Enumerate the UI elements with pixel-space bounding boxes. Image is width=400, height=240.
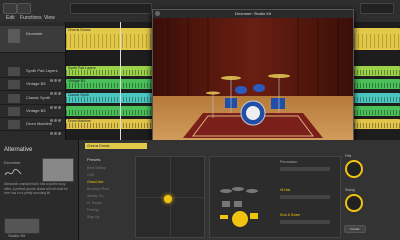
fills-label: Fills xyxy=(345,154,352,158)
xy-pad[interactable] xyxy=(135,156,205,238)
cymbal-icon xyxy=(220,189,232,193)
swing-knob[interactable] xyxy=(345,194,363,212)
mute-solo-buttons[interactable] xyxy=(50,96,62,109)
plugin-title: Drummer: Studio Kit xyxy=(153,10,353,18)
tom-icon xyxy=(222,201,230,207)
close-icon[interactable] xyxy=(155,11,160,16)
kit-label: Studio Kit xyxy=(8,233,26,238)
mute-solo-buttons[interactable] xyxy=(50,109,62,122)
drummer-photo xyxy=(42,158,74,182)
organ-icon xyxy=(8,107,20,116)
mute-solo-buttons[interactable] xyxy=(50,82,62,95)
drummer-info-panel: Alternative Drummer Aleksandr cranked th… xyxy=(0,140,79,240)
fills-knob[interactable] xyxy=(345,160,363,178)
preset-item[interactable]: Steady Go xyxy=(87,194,104,198)
drummer-avatar-icon xyxy=(8,29,20,43)
kick-icon xyxy=(232,211,248,227)
keyboard-icon xyxy=(8,67,20,76)
details-button[interactable]: Details xyxy=(344,225,366,233)
hihat-icon xyxy=(220,215,228,219)
track-header-drum-machine[interactable]: Drum Machine xyxy=(0,119,65,135)
kit-pieces[interactable] xyxy=(218,185,270,231)
cymbal-icon xyxy=(232,187,244,191)
presets-label: Presets xyxy=(87,157,101,162)
menu-view[interactable]: View xyxy=(44,15,55,21)
kick-head xyxy=(246,106,260,120)
drummer-label: Drummer xyxy=(4,160,21,165)
drummer-bio: Aleksandr cranked that it has a punk's b… xyxy=(4,182,68,196)
preset-item[interactable]: Hi Tempo xyxy=(87,201,102,205)
track-name: Drum Machine xyxy=(26,121,53,126)
region-header: Chorus Drums xyxy=(85,143,147,149)
kit-piece-panel: Percussion Hi-Hat Kick & Snare xyxy=(209,156,341,238)
drum-machine-icon xyxy=(8,120,20,129)
menu-edit[interactable]: Edit xyxy=(6,15,15,21)
kick-snare-slider[interactable] xyxy=(280,220,330,224)
curtain-backdrop xyxy=(153,18,353,98)
mute-solo-buttons[interactable] xyxy=(50,122,62,135)
playhead[interactable] xyxy=(120,22,121,140)
synth-icon xyxy=(8,94,20,103)
menu-functions[interactable]: Functions xyxy=(20,15,42,21)
organ-icon xyxy=(8,80,20,89)
drummer-signature xyxy=(4,166,22,178)
kit-thumbnail[interactable] xyxy=(4,218,40,234)
preset-item[interactable]: Slap Up xyxy=(87,215,99,219)
preset-item-selected[interactable]: Grand Ave xyxy=(87,180,103,184)
inspector-button[interactable] xyxy=(17,3,31,14)
ruler-area[interactable] xyxy=(70,3,152,14)
rack-tom-2 xyxy=(253,84,265,92)
drummer-editor: Chorus Drums Presets Beat Wallop Chill G… xyxy=(79,140,400,240)
library-button[interactable] xyxy=(3,3,17,14)
genre-title: Alternative xyxy=(4,147,33,153)
preset-item[interactable]: Brooklyn Roof xyxy=(87,187,109,191)
drum-kit-stage[interactable] xyxy=(153,18,353,151)
track-header-classic-synth[interactable]: Classic Synth xyxy=(0,93,65,109)
snare-icon xyxy=(250,213,258,219)
percussion-slider[interactable] xyxy=(280,167,330,171)
preset-item[interactable]: Chill xyxy=(87,173,94,177)
track-name: Vintage B3 xyxy=(26,108,46,113)
rack-tom-1 xyxy=(235,86,247,94)
track-header-vintage-b3[interactable]: Vintage B3 xyxy=(0,79,65,95)
hihat-slider[interactable] xyxy=(280,195,330,199)
hihat-label: Hi-Hat xyxy=(280,188,290,192)
track-name: Vintage B3 xyxy=(26,81,46,86)
mute-solo-buttons[interactable] xyxy=(50,69,62,82)
swing-label: Swing xyxy=(345,188,355,192)
cymbal-icon xyxy=(246,189,258,193)
zoom-controls[interactable] xyxy=(360,3,394,14)
track-header-vintage-b3-2[interactable]: Vintage B3 xyxy=(0,106,65,122)
percussion-label: Percussion xyxy=(280,160,298,164)
region-label: Chorus Drums xyxy=(68,28,91,32)
floor-tom-2 xyxy=(271,98,285,109)
preset-item[interactable]: Beat Wallop xyxy=(87,166,106,170)
track-header-synth-pad[interactable]: Synth Pad Layers xyxy=(0,66,65,82)
drum-kit-plugin-window: Drummer: Studio Kit xyxy=(152,9,354,152)
xy-puck[interactable] xyxy=(164,195,172,203)
tom-icon xyxy=(234,201,242,207)
kick-snare-label: Kick & Snare xyxy=(280,213,301,217)
track-name: Classic Synth xyxy=(26,95,51,100)
preset-item[interactable]: Feeling xyxy=(87,208,98,212)
track-headers: Drummer Synth Pad Layers Vintage B3 Clas… xyxy=(0,22,66,140)
track-header-drummer[interactable]: Drummer xyxy=(0,26,65,53)
track-name: Drummer xyxy=(26,31,43,36)
